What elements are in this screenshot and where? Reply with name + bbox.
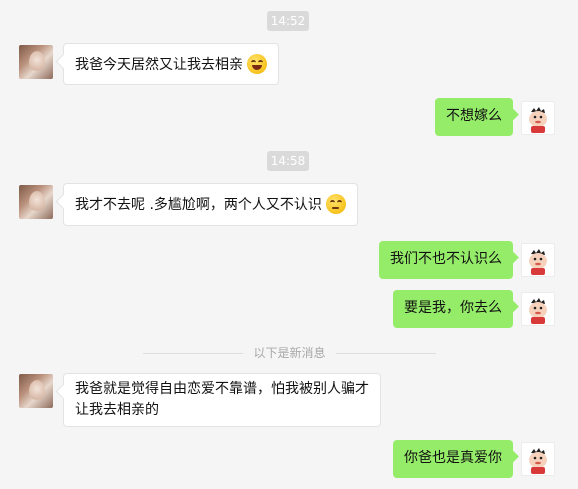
message-text: 要是我，你去么 <box>404 300 502 316</box>
timestamp: 14:58 <box>267 151 309 171</box>
new-messages-divider: 以下是新消息 <box>143 346 436 360</box>
cartoon-boy-avatar-icon <box>529 249 547 275</box>
cartoon-boy-avatar-icon <box>529 448 547 474</box>
contact-avatar[interactable] <box>19 185 53 219</box>
contact-avatar[interactable] <box>19 45 53 79</box>
self-avatar[interactable] <box>521 292 555 326</box>
message-bubble-outgoing[interactable]: 你爸也是真爱你 <box>393 440 513 478</box>
message-bubble-incoming[interactable]: 我爸今天居然又让我去相亲 <box>63 43 279 85</box>
confused-emoji-icon <box>325 194 346 214</box>
contact-avatar[interactable] <box>19 374 53 408</box>
divider-line <box>336 353 436 354</box>
message-text: 不想嫁么 <box>446 108 502 124</box>
message-bubble-outgoing[interactable]: 要是我，你去么 <box>393 290 513 328</box>
cartoon-boy-avatar-icon <box>529 298 547 324</box>
message-bubble-incoming[interactable]: 我爸就是觉得自由恋爱不靠谱，怕我被别人骗才 让我去相亲的 <box>63 373 381 427</box>
timestamp: 14:52 <box>267 11 309 31</box>
chat-window: 14:52 我爸今天居然又让我去相亲 不想嫁么 14:58 我才不去呢 .多尴尬… <box>0 0 578 489</box>
grinning-squint-emoji-icon <box>247 54 267 74</box>
self-avatar[interactable] <box>521 101 555 135</box>
message-text-line: 我爸就是觉得自由恋爱不靠谱，怕我被别人骗才 <box>75 381 369 397</box>
message-bubble-outgoing[interactable]: 不想嫁么 <box>435 98 513 136</box>
message-text: 我爸今天居然又让我去相亲 <box>75 57 243 73</box>
cartoon-boy-avatar-icon <box>529 107 547 133</box>
message-text: 我们不也不认识么 <box>390 251 502 267</box>
message-bubble-incoming[interactable]: 我才不去呢 .多尴尬啊，两个人又不认识 <box>63 183 358 226</box>
message-text: 你爸也是真爱你 <box>404 450 502 466</box>
self-avatar[interactable] <box>521 442 555 476</box>
self-avatar[interactable] <box>521 243 555 277</box>
message-text: 我才不去呢 .多尴尬啊，两个人又不认识 <box>75 197 322 213</box>
message-text-line: 让我去相亲的 <box>75 402 159 418</box>
message-bubble-outgoing[interactable]: 我们不也不认识么 <box>379 241 513 279</box>
